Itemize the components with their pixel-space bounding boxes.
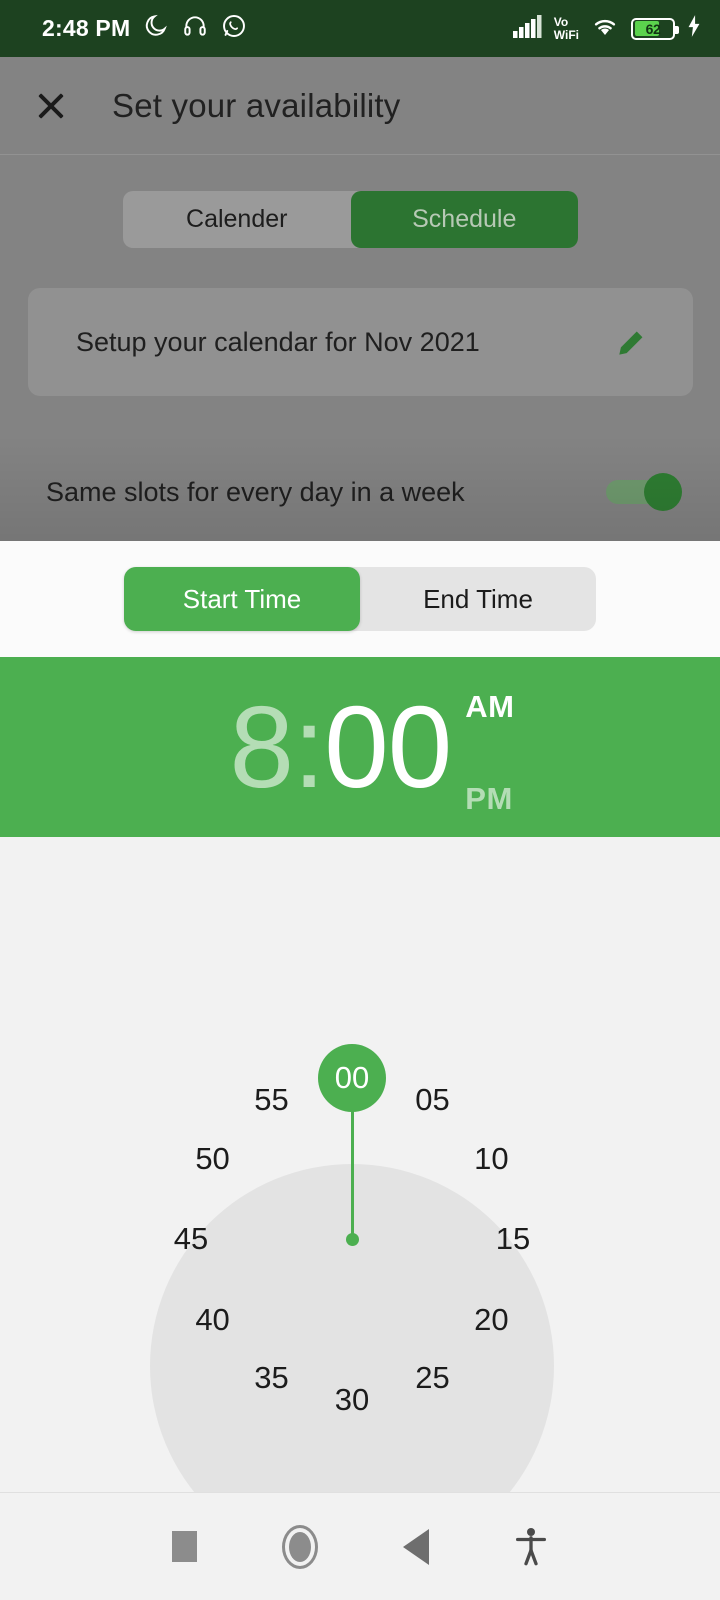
whatsapp-icon (221, 13, 247, 44)
wifi-icon (590, 14, 620, 43)
pm-button[interactable]: PM (465, 781, 514, 817)
clock-tick-30[interactable]: 30 (322, 1377, 382, 1423)
status-bar: 2:48 PM Vo WiFi 62 (0, 0, 720, 57)
clock-tick-50[interactable]: 50 (183, 1136, 243, 1182)
background-app-dimmed: Set your availability Calender Schedule … (0, 57, 720, 541)
time-display: 8 : 00 AM PM (230, 677, 515, 817)
vowifi-label: Vo WiFi (554, 16, 579, 41)
app-header: Set your availability (0, 57, 720, 155)
am-button[interactable]: AM (465, 689, 514, 725)
accessibility-icon[interactable] (514, 1527, 548, 1567)
android-nav-bar (0, 1492, 720, 1600)
status-bar-right: Vo WiFi 62 (512, 14, 702, 43)
time-display-band: 8 : 00 AM PM (0, 657, 720, 837)
tab-end-time[interactable]: End Time (360, 567, 596, 631)
time-separator: : (293, 682, 325, 812)
clock-tick-25[interactable]: 25 (403, 1355, 463, 1401)
clock-tick-40[interactable]: 40 (183, 1297, 243, 1343)
tab-start-time[interactable]: Start Time (124, 567, 360, 631)
status-bar-clock: 2:48 PM (42, 15, 131, 41)
tab-calender[interactable]: Calender (123, 191, 351, 248)
close-icon[interactable] (34, 89, 68, 123)
clock-dial-area: 00 05 10 15 20 25 30 35 40 45 50 55 (0, 837, 720, 1568)
same-slots-toggle[interactable] (606, 473, 682, 511)
hour-value[interactable]: 8 (230, 689, 295, 805)
time-picker-dialog: Start Time End Time 8 : 00 AM PM 00 05 1… (0, 541, 720, 1600)
signal-bars-icon (512, 14, 543, 43)
page-title: Set your availability (112, 86, 401, 124)
battery-percent: 62 (645, 20, 661, 37)
back-icon[interactable] (402, 1528, 429, 1565)
clock-tick-05[interactable]: 05 (403, 1077, 463, 1123)
headphones-icon (182, 13, 208, 44)
clock-dial-overlay: 00 05 10 15 20 25 30 35 40 45 50 55 (0, 837, 720, 1417)
clock-tick-35[interactable]: 35 (242, 1355, 302, 1401)
moon-icon (143, 13, 169, 44)
clock-tick-45[interactable]: 45 (161, 1216, 221, 1262)
charging-bolt-icon (686, 14, 702, 43)
vowifi-line2: WiFi (553, 27, 579, 42)
minute-value[interactable]: 00 (324, 689, 452, 805)
clock-tick-55[interactable]: 55 (242, 1077, 302, 1123)
time-digits: 8 : 00 (230, 682, 453, 812)
toggle-thumb (644, 473, 682, 511)
pencil-icon[interactable] (613, 323, 651, 361)
tab-schedule[interactable]: Schedule (350, 191, 578, 248)
clock-tick-10[interactable]: 10 (461, 1136, 521, 1182)
clock-selected-minute[interactable]: 00 (318, 1044, 386, 1112)
recents-icon[interactable] (172, 1531, 198, 1562)
meridiem-selector: AM PM (465, 689, 514, 817)
view-mode-segmented-control: Calender Schedule (123, 191, 578, 248)
home-icon[interactable] (282, 1524, 319, 1569)
phone-screen: 2:48 PM Vo WiFi 62 Set your availability… (0, 0, 720, 1600)
same-slots-label: Same slots for every day in a week (46, 476, 465, 507)
start-end-segmented-control: Start Time End Time (124, 567, 596, 631)
clock-tick-20[interactable]: 20 (461, 1297, 521, 1343)
clock-tick-15[interactable]: 15 (483, 1216, 543, 1262)
time-picker-header: Start Time End Time (0, 541, 720, 657)
setup-calendar-card[interactable]: Setup your calendar for Nov 2021 (28, 288, 693, 396)
setup-calendar-label: Setup your calendar for Nov 2021 (76, 326, 480, 357)
clock-hand-center-dot (346, 1233, 359, 1246)
status-bar-left: 2:48 PM (42, 13, 247, 44)
same-slots-row[interactable]: Same slots for every day in a week (0, 452, 720, 532)
battery-icon: 62 (631, 17, 679, 40)
